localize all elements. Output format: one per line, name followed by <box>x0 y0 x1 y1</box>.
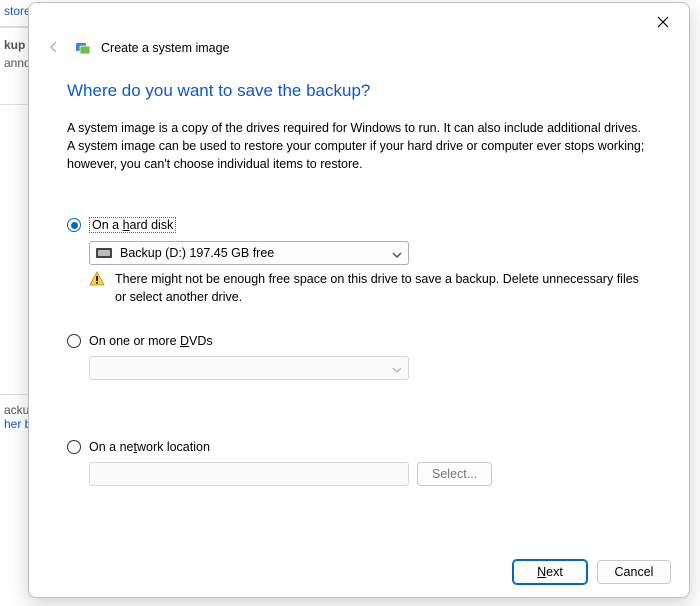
selected-drive-text: Backup (D:) 197.45 GB free <box>120 246 274 260</box>
network-path-input <box>89 462 409 486</box>
radio-icon <box>67 334 81 348</box>
hard-disk-dropdown[interactable]: Backup (D:) 197.45 GB free <box>89 241 409 265</box>
background-obscured: store kup se annot ackup her b <box>0 0 30 606</box>
chevron-down-icon <box>392 364 402 374</box>
create-system-image-dialog: Create a system image Where do you want … <box>28 2 690 598</box>
cancel-button[interactable]: Cancel <box>597 560 671 584</box>
option-hard-disk: On a hard disk Backup (D:) 197.45 GB fre… <box>67 217 651 306</box>
warning-icon <box>89 271 105 287</box>
page-description: A system image is a copy of the drives r… <box>67 119 651 173</box>
arrow-left-icon <box>47 40 61 57</box>
system-image-icon <box>75 40 91 56</box>
dialog-footer: Next Cancel <box>29 547 689 597</box>
dvd-dropdown <box>89 356 409 380</box>
chevron-down-icon <box>392 249 402 259</box>
back-button <box>43 37 65 59</box>
option-dvd: On one or more DVDs <box>67 334 651 380</box>
hard-drive-icon <box>96 248 112 258</box>
close-icon <box>657 16 669 31</box>
titlebar <box>29 3 689 41</box>
free-space-warning: There might not be enough free space on … <box>89 271 651 306</box>
radio-icon <box>67 218 81 232</box>
radio-icon <box>67 440 81 454</box>
radio-dvd[interactable]: On one or more DVDs <box>67 334 651 348</box>
dialog-title: Create a system image <box>101 41 230 55</box>
radio-network[interactable]: On a network location <box>67 440 651 454</box>
radio-network-label: On a network location <box>89 440 210 454</box>
close-button[interactable] <box>643 9 683 37</box>
radio-hard-disk[interactable]: On a hard disk <box>67 217 651 233</box>
select-network-button: Select... <box>417 462 492 486</box>
radio-dvd-label: On one or more DVDs <box>89 334 213 348</box>
warning-text: There might not be enough free space on … <box>115 271 651 306</box>
content-area: Where do you want to save the backup? A … <box>29 59 689 547</box>
radio-hard-disk-label: On a hard disk <box>89 217 176 233</box>
header: Create a system image <box>29 37 689 59</box>
option-network: On a network location Select... <box>67 440 651 486</box>
page-heading: Where do you want to save the backup? <box>67 81 651 101</box>
next-button[interactable]: Next <box>513 560 587 584</box>
